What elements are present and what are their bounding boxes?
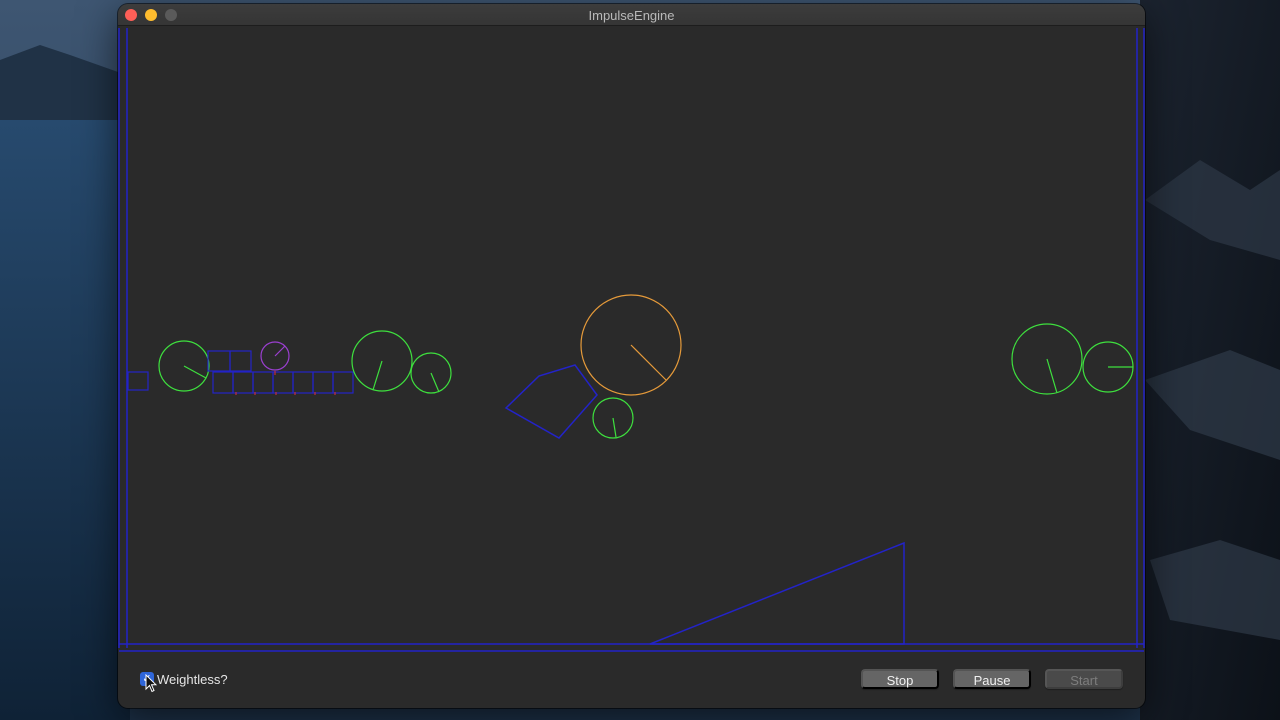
pause-button[interactable]: Pause [953,669,1031,689]
small-box [127,371,149,391]
window-title: ImpulseEngine [588,8,675,23]
green-circle-1 [158,340,210,392]
box-stack [207,350,354,394]
simulation-canvas[interactable] [118,26,1145,654]
contact-points [235,371,336,395]
green-circle-3 [410,352,452,394]
green-circle-4 [592,397,634,439]
purple-circle [260,341,290,371]
orange-circle [580,294,682,396]
pentagon [504,364,598,439]
green-circle-2 [351,330,413,392]
boundary-walls [118,28,1145,652]
ramp-triangle [649,541,905,645]
green-circle-6 [1082,341,1134,393]
cursor-icon [145,674,157,693]
impulse-engine-window: ImpulseEngine [118,4,1145,708]
title-bar[interactable]: ImpulseEngine [118,4,1145,26]
green-circle-5 [1011,323,1083,395]
weightless-label[interactable]: Weightless? [157,672,228,687]
start-button[interactable]: Start [1045,669,1123,689]
stop-button[interactable]: Stop [861,669,939,689]
